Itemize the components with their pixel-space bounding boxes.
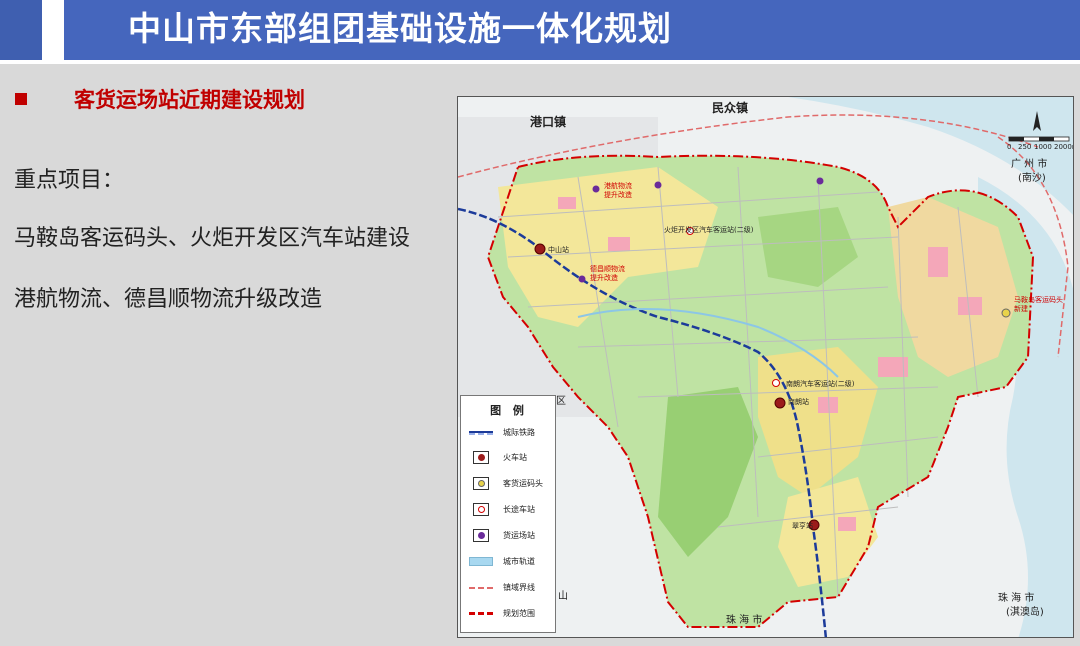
legend-label: 镇域界线 [503, 583, 535, 592]
bullet-square-icon [15, 93, 27, 105]
label-zhuhai-right: 珠 海 市 [998, 593, 1035, 604]
legend-title: 图 例 [490, 404, 528, 417]
label-minzhong-town: 民众镇 [712, 101, 749, 115]
project-line-1: 马鞍岛客运码头、火炬开发区汽车站建设 [14, 226, 411, 251]
legend-item-intercity-rail: 城际铁路 [467, 426, 557, 440]
pier-icon [467, 477, 495, 491]
label-gangkou-town: 港口镇 [530, 115, 567, 129]
scale-tick-250: 250 [1018, 143, 1032, 151]
key-projects-label: 重点项目： [14, 168, 125, 193]
train-station-icon [467, 451, 495, 465]
legend-item-freight-station: 货运场站 [467, 529, 557, 543]
project-line-2: 港航物流、德昌顺物流升级改造 [14, 287, 323, 312]
legend-item-pier: 客货运码头 [467, 477, 557, 491]
page-title: 中山市东部组团基础设施一体化规划 [128, 9, 672, 48]
scale-tick-1000: 1000 [1034, 143, 1052, 151]
freight-station-icon [467, 529, 495, 543]
note-dechangshun-upgrade: 提升改造 [590, 274, 618, 282]
label-nanlang-station: 南朗站 [788, 398, 809, 406]
legend-label: 城市轨道 [503, 557, 535, 566]
legend-label: 长途车站 [503, 505, 535, 514]
planning-map: 港口镇 民众镇 广 州 市 (南沙) 珠 海 市 珠 海 市 (淇澳岛) 区 山… [457, 96, 1074, 638]
label-zhongshan-station: 中山站 [548, 246, 569, 254]
legend-label: 火车站 [503, 453, 527, 462]
header-left-block [0, 0, 42, 60]
label-nansha: (南沙) [1018, 173, 1046, 184]
label-district-fragment: 区 [556, 396, 566, 407]
legend-item-planning-boundary: 规划范围 [467, 607, 557, 621]
label-cuiheng-station: 翠亨站 [792, 522, 813, 530]
label-guangzhou: 广 州 市 [1011, 159, 1048, 170]
section-subtitle: 客货运场站近期建设规划 [74, 88, 305, 112]
legend-label: 客货运码头 [503, 479, 543, 488]
urban-rail-icon [467, 555, 495, 569]
label-nanlang-coach-station: 南朗汽车客运站(二级) [786, 380, 855, 388]
map-legend: 图 例 城际铁路 火车站 客货运码头 长途车站 货运场站 城市轨道 镇域界线 规… [460, 395, 556, 633]
legend-label: 货运场站 [503, 531, 535, 540]
legend-item-train-station: 火车站 [467, 451, 557, 465]
scale-tick-2000m: 2000m [1054, 143, 1073, 151]
intercity-rail-icon [467, 426, 495, 440]
planning-boundary-icon [467, 607, 495, 621]
note-ganghang-upgrade: 提升改造 [604, 191, 632, 199]
label-torch-coach-station: 火炬开发区汽车客运站(二级) [664, 226, 754, 234]
town-boundary-icon [467, 581, 495, 595]
legend-item-coach-station: 长途车站 [467, 503, 557, 517]
note-maan-pier-new: 新建 [1014, 305, 1028, 313]
coach-station-icon [467, 503, 495, 517]
label-zhuhai-bottom: 珠 海 市 [726, 615, 763, 626]
legend-label: 规划范围 [503, 609, 535, 618]
label-shan-fragment: 山 [558, 591, 568, 602]
legend-item-town-boundary: 镇域界线 [467, 581, 557, 595]
legend-item-urban-rail: 城市轨道 [467, 555, 557, 569]
scale-zero: 0 [1007, 143, 1012, 151]
legend-label: 城际铁路 [503, 428, 535, 437]
label-qiao-island: (淇澳岛) [1006, 607, 1044, 618]
slide: 中山市东部组团基础设施一体化规划 客货运场站近期建设规划 重点项目： 马鞍岛客运… [0, 0, 1080, 646]
